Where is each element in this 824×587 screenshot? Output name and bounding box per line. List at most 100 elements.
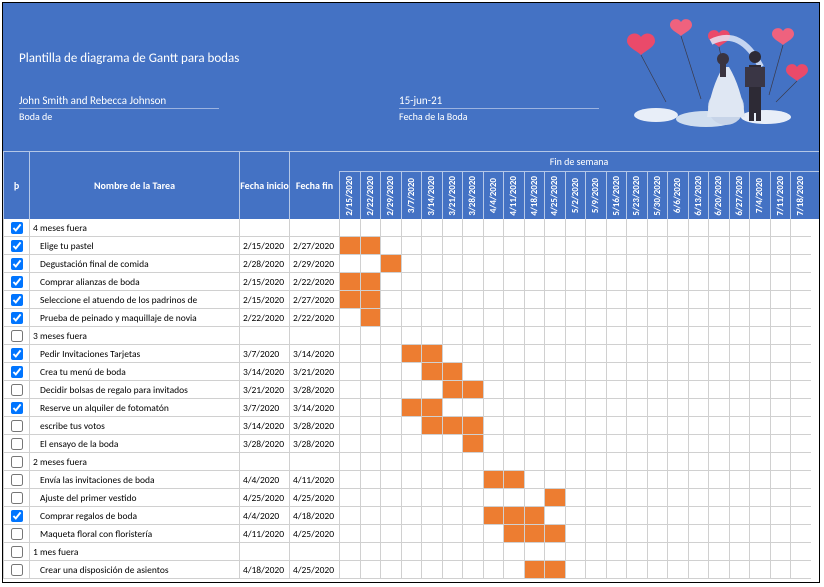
gantt-cell[interactable] xyxy=(565,381,586,399)
gantt-cell[interactable] xyxy=(442,399,463,417)
gantt-cell[interactable] xyxy=(647,489,668,507)
gantt-cell[interactable] xyxy=(360,561,381,579)
gantt-cell[interactable] xyxy=(503,237,524,255)
gantt-cell[interactable] xyxy=(401,435,422,453)
gantt-cell[interactable] xyxy=(483,255,504,273)
gantt-cell[interactable] xyxy=(421,381,442,399)
gantt-cell[interactable] xyxy=(544,399,565,417)
gantt-cell[interactable] xyxy=(421,489,442,507)
gantt-cell[interactable] xyxy=(360,489,381,507)
gantt-cell[interactable] xyxy=(524,219,545,237)
gantt-cell[interactable] xyxy=(708,471,729,489)
gantt-cell[interactable] xyxy=(585,363,606,381)
gantt-cell[interactable] xyxy=(688,345,709,363)
gantt-cell[interactable] xyxy=(626,471,647,489)
gantt-cell[interactable] xyxy=(401,507,422,525)
gantt-cell[interactable] xyxy=(442,237,463,255)
gantt-cell[interactable] xyxy=(667,417,688,435)
gantt-cell[interactable] xyxy=(339,399,360,417)
gantt-cell[interactable] xyxy=(770,255,791,273)
gantt-cell[interactable] xyxy=(544,507,565,525)
gantt-cell[interactable] xyxy=(380,237,401,255)
task-checkbox[interactable] xyxy=(11,438,23,450)
gantt-cell[interactable] xyxy=(544,273,565,291)
gantt-cell[interactable] xyxy=(524,453,545,471)
gantt-cell[interactable] xyxy=(360,453,381,471)
gantt-cell[interactable] xyxy=(729,399,750,417)
gantt-cell[interactable] xyxy=(749,435,770,453)
gantt-cell[interactable] xyxy=(688,219,709,237)
gantt-cell[interactable] xyxy=(339,345,360,363)
gantt-cell[interactable] xyxy=(585,561,606,579)
gantt-cell[interactable] xyxy=(442,543,463,561)
gantt-cell[interactable] xyxy=(339,471,360,489)
gantt-cell[interactable] xyxy=(729,489,750,507)
gantt-cell[interactable] xyxy=(688,291,709,309)
cell-start[interactable] xyxy=(239,453,289,471)
gantt-cell[interactable] xyxy=(442,309,463,327)
gantt-cell[interactable] xyxy=(688,543,709,561)
gantt-cell[interactable] xyxy=(544,327,565,345)
gantt-cell[interactable] xyxy=(790,327,811,345)
gantt-cell[interactable] xyxy=(483,363,504,381)
gantt-cell[interactable] xyxy=(647,471,668,489)
gantt-cell[interactable] xyxy=(462,489,483,507)
gantt-cell[interactable] xyxy=(565,345,586,363)
gantt-cell[interactable] xyxy=(565,399,586,417)
gantt-cell[interactable] xyxy=(667,381,688,399)
gantt-cell[interactable] xyxy=(339,507,360,525)
gantt-cell[interactable] xyxy=(647,273,668,291)
gantt-cell[interactable] xyxy=(749,417,770,435)
gantt-cell[interactable] xyxy=(770,435,791,453)
gantt-cell[interactable] xyxy=(770,309,791,327)
gantt-cell[interactable] xyxy=(565,471,586,489)
cell-end[interactable]: 4/25/2020 xyxy=(289,489,339,507)
cell-end[interactable]: 3/28/2020 xyxy=(289,435,339,453)
gantt-cell[interactable] xyxy=(606,219,627,237)
gantt-cell[interactable] xyxy=(524,345,545,363)
gantt-cell[interactable] xyxy=(790,525,811,543)
gantt-cell[interactable] xyxy=(339,525,360,543)
gantt-cell[interactable] xyxy=(524,381,545,399)
gantt-cell[interactable] xyxy=(729,237,750,255)
gantt-cell[interactable] xyxy=(606,561,627,579)
gantt-cell[interactable] xyxy=(749,525,770,543)
gantt-cell[interactable] xyxy=(606,291,627,309)
gantt-cell[interactable] xyxy=(401,219,422,237)
gantt-cell[interactable] xyxy=(524,507,545,525)
gantt-cell[interactable] xyxy=(770,381,791,399)
gantt-cell[interactable] xyxy=(401,453,422,471)
gantt-cell[interactable] xyxy=(442,489,463,507)
gantt-cell[interactable] xyxy=(585,219,606,237)
gantt-cell[interactable] xyxy=(688,327,709,345)
gantt-cell[interactable] xyxy=(585,345,606,363)
gantt-cell[interactable] xyxy=(708,525,729,543)
gantt-cell[interactable] xyxy=(790,471,811,489)
gantt-cell[interactable] xyxy=(647,291,668,309)
gantt-cell[interactable] xyxy=(421,543,442,561)
gantt-cell[interactable] xyxy=(483,561,504,579)
gantt-cell[interactable] xyxy=(606,309,627,327)
task-checkbox[interactable] xyxy=(11,420,23,432)
gantt-cell[interactable] xyxy=(462,435,483,453)
cell-task[interactable]: Reserve un alquiler de fotomatón xyxy=(29,399,239,417)
gantt-cell[interactable] xyxy=(790,219,811,237)
gantt-cell[interactable] xyxy=(688,453,709,471)
gantt-cell[interactable] xyxy=(708,489,729,507)
gantt-cell[interactable] xyxy=(524,543,545,561)
gantt-cell[interactable] xyxy=(503,381,524,399)
gantt-cell[interactable] xyxy=(565,237,586,255)
cell-start[interactable] xyxy=(239,327,289,345)
gantt-cell[interactable] xyxy=(421,255,442,273)
gantt-cell[interactable] xyxy=(585,291,606,309)
gantt-cell[interactable] xyxy=(442,435,463,453)
gantt-cell[interactable] xyxy=(626,561,647,579)
gantt-cell[interactable] xyxy=(339,435,360,453)
gantt-cell[interactable] xyxy=(667,453,688,471)
gantt-cell[interactable] xyxy=(770,291,791,309)
gantt-cell[interactable] xyxy=(380,363,401,381)
cell-task[interactable]: Prueba de peinado y maquillaje de novia xyxy=(29,309,239,327)
cell-start[interactable]: 3/14/2020 xyxy=(239,363,289,381)
gantt-cell[interactable] xyxy=(483,327,504,345)
gantt-cell[interactable] xyxy=(360,291,381,309)
